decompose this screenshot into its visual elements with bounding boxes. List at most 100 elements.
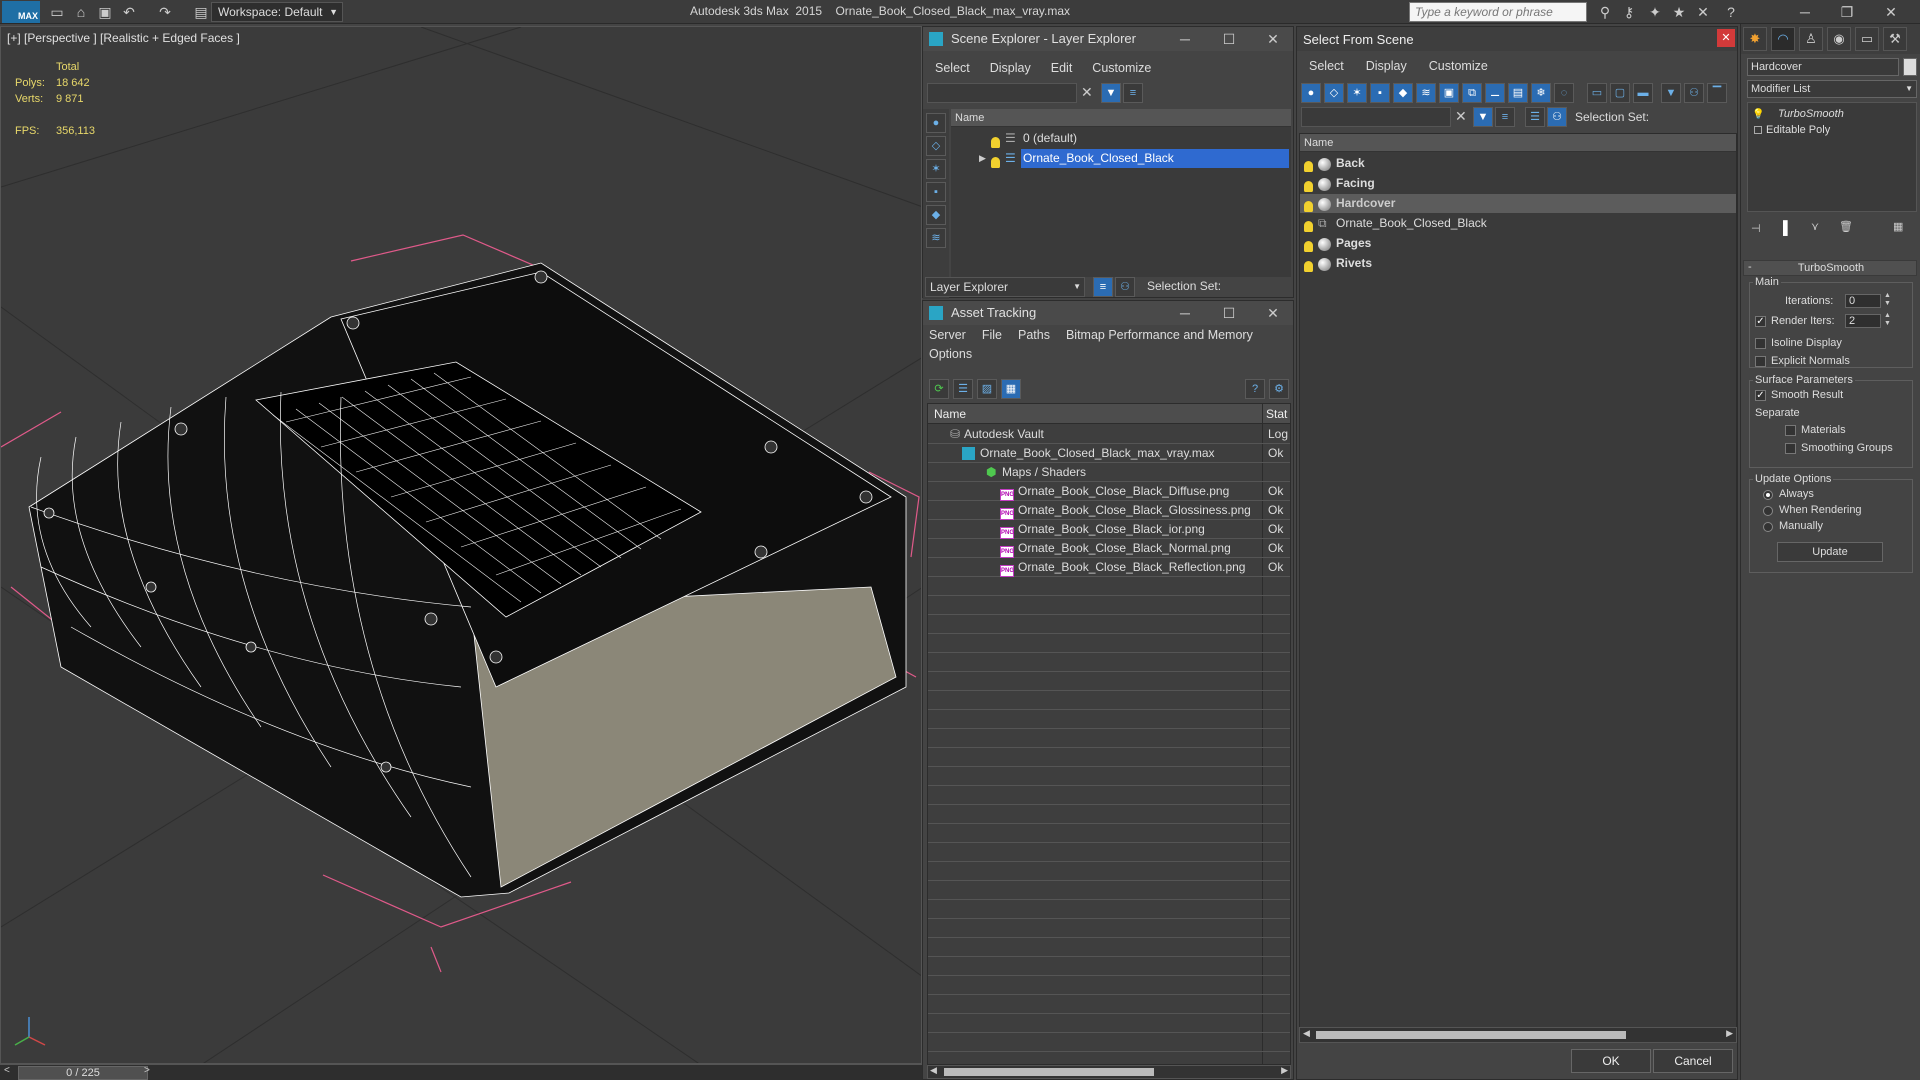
- menu-customize[interactable]: Customize: [1429, 55, 1488, 77]
- menu-options[interactable]: Options: [929, 345, 972, 363]
- explicit-normals-checkbox[interactable]: [1755, 356, 1766, 367]
- menu-select[interactable]: Select: [1309, 55, 1344, 77]
- book-wireframe-model[interactable]: [1, 27, 922, 1064]
- display-geometry-icon[interactable]: ●: [926, 113, 946, 133]
- stack-item-editable-poly[interactable]: Editable Poly: [1750, 121, 1916, 140]
- asset-row[interactable]: PNG Ornate_Book_Close_Black_Glossiness.p…: [928, 501, 1290, 520]
- horizontal-scrollbar[interactable]: ◀ ▶: [1299, 1027, 1737, 1043]
- restore-icon[interactable]: ❐: [1838, 3, 1856, 21]
- display-geometry-icon[interactable]: ●: [1301, 83, 1321, 103]
- object-row-rivets[interactable]: Rivets: [1300, 254, 1736, 273]
- save-icon[interactable]: ▣: [96, 3, 114, 21]
- undo-icon[interactable]: ↶: [120, 3, 138, 21]
- scrollbar-thumb[interactable]: [944, 1068, 1154, 1076]
- display-hidden-icon[interactable]: ◌: [1554, 83, 1574, 103]
- display-containers-icon[interactable]: ▤: [1508, 83, 1528, 103]
- layer-row-default[interactable]: ☰ 0 (default): [951, 129, 1291, 149]
- filter-icon[interactable]: ▼: [1101, 83, 1121, 103]
- column-header-status[interactable]: Stat: [1266, 407, 1287, 421]
- project-folder-icon[interactable]: ▤: [192, 3, 210, 21]
- select-all-icon[interactable]: ▭: [1587, 83, 1607, 103]
- menu-bitmap-performance[interactable]: Bitmap Performance and Memory: [1066, 325, 1253, 345]
- asset-row[interactable]: ⛁ Autodesk Vault Log: [928, 425, 1290, 444]
- update-button[interactable]: Update: [1777, 542, 1883, 562]
- scroll-right-icon[interactable]: ▶: [1726, 1028, 1733, 1039]
- display-xrefs-icon[interactable]: ⧉: [1462, 83, 1482, 103]
- scroll-left-icon[interactable]: ◀: [1303, 1028, 1310, 1039]
- asset-row[interactable]: ⬢ Maps / Shaders: [928, 463, 1290, 482]
- render-iters-checkbox[interactable]: ✓: [1755, 316, 1766, 327]
- modifier-list-dropdown[interactable]: Modifier List ▼: [1747, 80, 1917, 98]
- render-iters-spinner[interactable]: 2: [1845, 314, 1881, 328]
- configure-sets-icon[interactable]: ▦: [1893, 220, 1903, 233]
- help-icon[interactable]: ?: [1245, 379, 1265, 399]
- filter-icon[interactable]: ▼: [1473, 107, 1493, 127]
- hierarchy-icon[interactable]: ⚇: [1684, 83, 1704, 103]
- make-unique-icon[interactable]: ⋎: [1811, 220, 1819, 233]
- when-rendering-radio[interactable]: [1763, 506, 1773, 516]
- display-tab-icon[interactable]: ▭: [1855, 27, 1879, 51]
- maximize-icon[interactable]: ☐: [1219, 27, 1239, 51]
- close-icon[interactable]: ✕: [1263, 27, 1283, 51]
- light-bulb-icon[interactable]: [991, 153, 1000, 172]
- clear-x-icon[interactable]: ✕: [1081, 84, 1093, 101]
- menu-display[interactable]: Display: [990, 57, 1031, 79]
- create-tab-icon[interactable]: ✸: [1743, 27, 1767, 51]
- object-row-ornate-book[interactable]: ⧉ Ornate_Book_Closed_Black: [1300, 214, 1736, 233]
- select-none-icon[interactable]: ▢: [1610, 83, 1630, 103]
- collapse-icon[interactable]: ▔: [1707, 83, 1727, 103]
- prev-frame-icon[interactable]: <: [4, 1065, 10, 1076]
- object-color-swatch[interactable]: [1903, 58, 1917, 76]
- object-row-pages[interactable]: Pages: [1300, 234, 1736, 253]
- column-header-name[interactable]: Name: [1300, 134, 1736, 152]
- key-icon[interactable]: ⚷: [1620, 3, 1638, 21]
- redo-icon[interactable]: ↷: [156, 3, 174, 21]
- display-lights-icon[interactable]: ✶: [1347, 83, 1367, 103]
- menu-display[interactable]: Display: [1366, 55, 1407, 77]
- expand-arrow-icon[interactable]: ▶: [979, 149, 986, 168]
- hierarchy-tab-icon[interactable]: ♙: [1799, 27, 1823, 51]
- help-icon[interactable]: ?: [1722, 3, 1740, 21]
- settings-icon[interactable]: ⚙: [1269, 379, 1289, 399]
- menu-select[interactable]: Select: [935, 57, 970, 79]
- asset-row[interactable]: Ornate_Book_Closed_Black_max_vray.max Ok: [928, 444, 1290, 463]
- layer-row-ornate-book[interactable]: ▶ ☰ Ornate_Book_Closed_Black: [951, 149, 1291, 169]
- invert-selection-icon[interactable]: ▬: [1633, 83, 1653, 103]
- refresh-icon[interactable]: ⟳: [929, 379, 949, 399]
- modify-tab-icon[interactable]: ◠: [1771, 27, 1795, 51]
- search-input[interactable]: Type a keyword or phrase: [1409, 2, 1587, 22]
- scrollbar-thumb[interactable]: [1316, 1031, 1626, 1039]
- remove-modifier-icon[interactable]: 🗑: [1839, 220, 1853, 233]
- turbosmooth-rollout-header[interactable]: - TurboSmooth: [1743, 260, 1917, 276]
- communication-icon[interactable]: ✦: [1646, 3, 1664, 21]
- object-row-facing[interactable]: Facing: [1300, 174, 1736, 193]
- list-view-icon[interactable]: ☰: [953, 379, 973, 399]
- smooth-result-checkbox[interactable]: ✓: [1755, 390, 1766, 401]
- layer-icon[interactable]: ≡: [1123, 83, 1143, 103]
- spinner-arrows-icon[interactable]: ▲ ▼: [1884, 312, 1891, 328]
- expand-box-icon[interactable]: [1754, 126, 1762, 134]
- smoothing-groups-checkbox[interactable]: [1785, 443, 1796, 454]
- table-view-icon[interactable]: ▦: [1001, 379, 1021, 399]
- asset-row[interactable]: PNG Ornate_Book_Close_Black_Diffuse.png …: [928, 482, 1290, 501]
- iterations-spinner[interactable]: 0: [1845, 294, 1881, 308]
- menu-edit[interactable]: Edit: [1051, 57, 1073, 79]
- scene-search-field[interactable]: [927, 83, 1077, 103]
- light-bulb-icon[interactable]: [1304, 257, 1313, 276]
- perspective-viewport[interactable]: [+] [Perspective ] [Realistic + Edged Fa…: [0, 26, 922, 1064]
- minimize-icon[interactable]: ─: [1175, 27, 1195, 51]
- object-row-hardcover[interactable]: Hardcover: [1300, 194, 1736, 213]
- scroll-right-icon[interactable]: ▶: [1281, 1065, 1288, 1076]
- display-shapes-icon[interactable]: ◇: [1324, 83, 1344, 103]
- hierarchy-mode-icon[interactable]: ⚇: [1547, 107, 1567, 127]
- close-x-icon[interactable]: ✕: [1694, 3, 1712, 21]
- filter-icon[interactable]: ▼: [1661, 83, 1681, 103]
- asset-row[interactable]: PNG Ornate_Book_Close_Black_ior.png Ok: [928, 520, 1290, 539]
- frame-counter[interactable]: 0 / 225: [18, 1066, 148, 1080]
- object-name-field[interactable]: Hardcover: [1747, 58, 1899, 76]
- motion-tab-icon[interactable]: ◉: [1827, 27, 1851, 51]
- time-slider[interactable]: < 0 / 225 >: [0, 1064, 922, 1080]
- display-helpers-icon[interactable]: ◆: [1393, 83, 1413, 103]
- object-row-back[interactable]: Back: [1300, 154, 1736, 173]
- column-header-name[interactable]: Name: [951, 109, 1291, 127]
